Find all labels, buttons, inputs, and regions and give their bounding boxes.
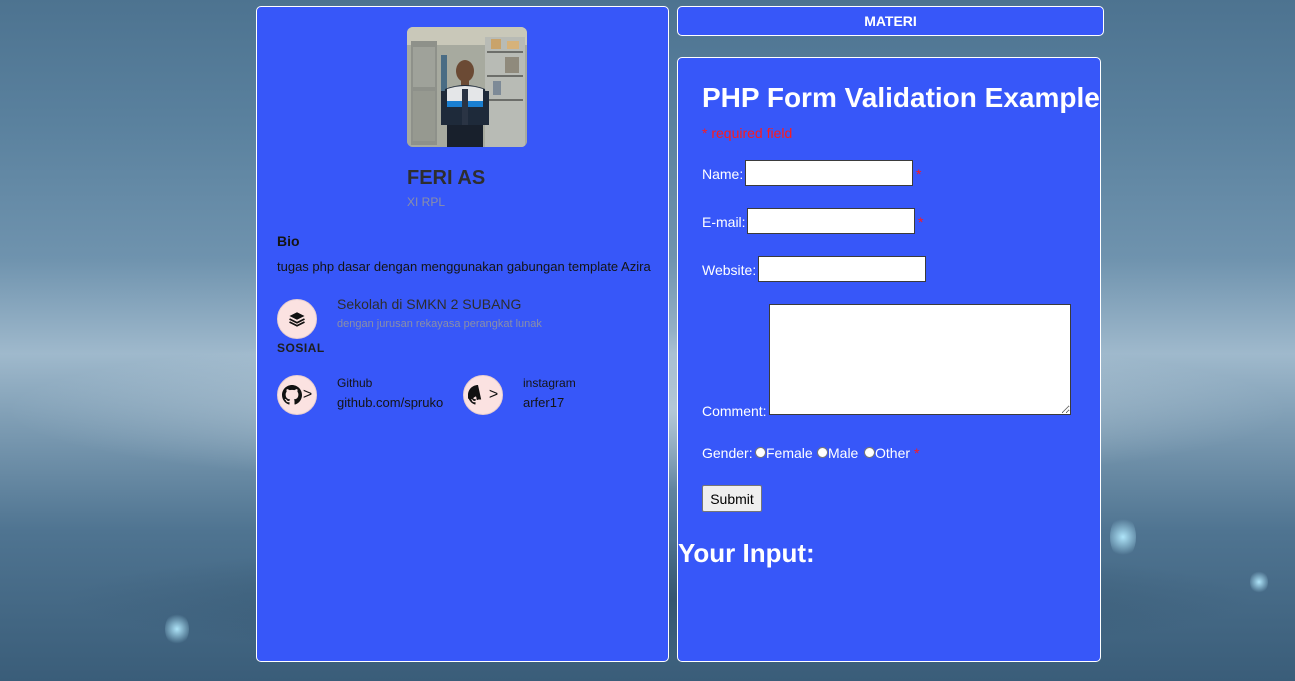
profile-card: FERI AS XI RPL Bio tugas php dasar denga…: [256, 6, 669, 662]
arrow-icon: >: [302, 386, 313, 403]
website-label: Website:: [702, 262, 757, 278]
social-link-github[interactable]: github.com/spruko: [337, 395, 443, 410]
website-input[interactable]: [758, 256, 926, 282]
social-label-github: Github: [337, 376, 373, 390]
name-required-star: *: [916, 166, 922, 182]
social-label-instagram: instagram: [523, 376, 576, 390]
gender-female-radio[interactable]: [755, 447, 766, 458]
gender-label: Gender:: [702, 445, 753, 461]
background-light-dot: [165, 612, 189, 646]
gender-male-label: Male: [828, 445, 859, 461]
gender-other-label: Other: [875, 445, 911, 461]
github-icon: [467, 385, 482, 405]
submit-button[interactable]: Submit: [702, 485, 762, 512]
bio-title: Bio: [277, 233, 300, 249]
arrow-icon: >: [488, 386, 499, 403]
required-note: * required field: [702, 125, 793, 141]
gender-male-radio[interactable]: [817, 447, 828, 458]
school-subtitle: dengan jurusan rekayasa perangkat lunak: [337, 318, 542, 330]
email-label: E-mail:: [702, 214, 746, 230]
social-link-instagram[interactable]: arfer17: [523, 395, 564, 410]
background-light-dot: [1250, 570, 1268, 594]
form-title: PHP Form Validation Example: [702, 82, 1100, 113]
email-input[interactable]: [747, 208, 915, 234]
comment-label: Comment:: [702, 403, 767, 419]
layers-icon-circle: [277, 299, 317, 339]
materi-label: MATERI: [864, 13, 917, 29]
name-input[interactable]: [745, 160, 913, 186]
bio-text: tugas php dasar dengan menggunakan gabun…: [277, 259, 651, 274]
materi-button[interactable]: MATERI: [677, 6, 1104, 36]
avatar: [407, 27, 527, 147]
school-title: Sekolah di SMKN 2 SUBANG: [337, 296, 522, 312]
email-required-star: *: [918, 214, 924, 230]
avatar-photo: [407, 27, 527, 147]
your-input-title: Your Input:: [678, 538, 815, 568]
github-icon: [281, 385, 302, 405]
gender-female-label: Female: [766, 445, 813, 461]
gender-required-star: *: [914, 445, 920, 461]
profile-name: FERI AS: [407, 167, 486, 189]
comment-textarea[interactable]: [769, 304, 1071, 415]
instagram-link-circle[interactable]: >: [463, 375, 503, 415]
sosial-label: SOSIAL: [277, 341, 325, 355]
profile-class: XI RPL: [407, 195, 446, 209]
gender-other-radio[interactable]: [864, 447, 875, 458]
name-label: Name:: [702, 166, 744, 182]
layers-icon: [289, 312, 305, 327]
background-light-dot: [1110, 515, 1136, 559]
github-link-circle[interactable]: >: [277, 375, 317, 415]
form-card: PHP Form Validation Example * required f…: [677, 57, 1101, 662]
